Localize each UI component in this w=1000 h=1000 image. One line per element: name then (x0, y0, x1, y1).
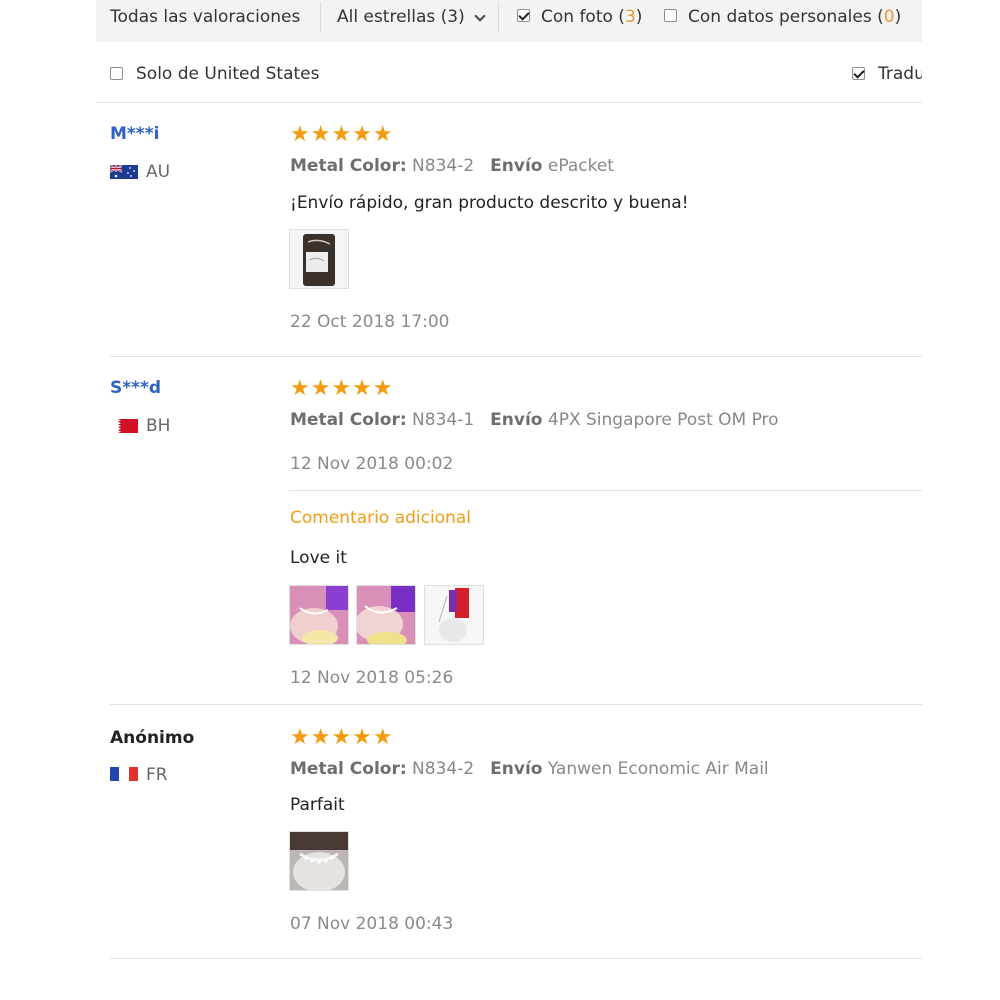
order-info: Metal Color: N834-1 Envío 4PX Singapore P… (290, 410, 779, 430)
reviewer-name[interactable]: M***i (110, 124, 159, 144)
photo-image (290, 832, 348, 890)
photo-image (357, 586, 415, 644)
review-date: 12 Nov 2018 05:26 (290, 668, 454, 688)
personal-data-checkbox[interactable] (664, 9, 677, 22)
divider (110, 356, 922, 357)
review-photo-thumbnail[interactable] (424, 585, 484, 645)
review-comment: ¡Envío rápido, gran producto descrito y … (290, 193, 689, 213)
review-date: 22 Oct 2018 17:00 (290, 312, 450, 332)
star-rating: ★★★★★ (290, 122, 394, 147)
flag-fr-icon (110, 767, 138, 781)
only-country-checkbox[interactable] (110, 67, 123, 80)
photo-image (425, 586, 483, 644)
filter-bar: Todas las valoraciones All estrellas (3)… (96, 0, 922, 42)
photo-image (290, 230, 348, 288)
order-info: Metal Color: N834-2 Envío Yanwen Economic… (290, 759, 769, 779)
divider (498, 2, 499, 32)
flag-bh-icon (110, 419, 138, 433)
country-code: BH (146, 416, 171, 436)
star-rating: ★★★★★ (290, 725, 394, 750)
flag-au-icon (110, 165, 138, 179)
country-code: AU (146, 162, 171, 182)
reviewer-name[interactable]: S***d (110, 378, 161, 398)
only-country-label[interactable]: Solo de United States (136, 64, 320, 84)
divider (320, 2, 321, 32)
order-info: Metal Color: N834-2 Envío ePacket (290, 156, 614, 176)
star-rating: ★★★★★ (290, 376, 394, 401)
reviewer-name: Anónimo (110, 728, 195, 748)
review-photo-thumbnail[interactable] (356, 585, 416, 645)
review-date: 12 Nov 2018 00:02 (290, 454, 454, 474)
all-ratings-tab[interactable]: Todas las valoraciones (110, 7, 300, 27)
review-photo-thumbnail[interactable] (289, 831, 349, 891)
review-photo-thumbnail[interactable] (289, 585, 349, 645)
review-photo-thumbnail[interactable] (289, 229, 349, 289)
additional-comment-title: Comentario adicional (290, 508, 471, 528)
divider (289, 490, 922, 491)
translate-checkbox[interactable] (852, 67, 865, 80)
translate-label[interactable]: Tradu (878, 64, 922, 84)
with-photo-checkbox[interactable] (517, 9, 530, 22)
divider (110, 958, 922, 959)
divider (96, 102, 922, 103)
photo-image (290, 586, 348, 644)
personal-data-label[interactable]: Con datos personales (0) (688, 7, 901, 27)
review-comment: Parfait (290, 795, 345, 815)
with-photo-label[interactable]: Con foto (3) (541, 7, 642, 27)
country-code: FR (146, 765, 168, 785)
chevron-down-icon[interactable] (474, 10, 486, 22)
additional-comment-text: Love it (290, 548, 347, 568)
divider (110, 704, 922, 705)
stars-select[interactable]: All estrellas (3) (337, 7, 465, 27)
review-date: 07 Nov 2018 00:43 (290, 914, 454, 934)
